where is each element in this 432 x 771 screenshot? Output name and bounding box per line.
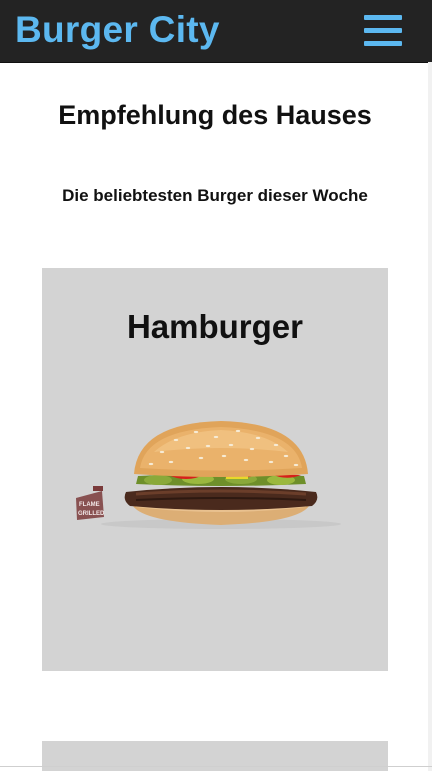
product-card-title: Hamburger [126,308,304,345]
burger-image: FLAME GRILLED [76,421,341,529]
menu-icon-bar [364,41,402,46]
top-navbar: Burger City [0,0,432,63]
section-subtitle: Die beliebtesten Burger dieser Woche [62,186,368,205]
divider [0,766,432,767]
section-title: Empfehlung des Hauses [58,100,372,130]
svg-text:GRILLED: GRILLED [78,511,105,517]
scrollbar[interactable] [428,62,432,771]
hamburger-menu-icon[interactable] [364,14,402,47]
brand-logo-link[interactable]: Burger City [15,7,220,53]
svg-text:FLAME: FLAME [79,502,100,508]
menu-icon-bar [364,28,402,33]
menu-icon-bar [364,15,402,20]
flame-grilled-badge: FLAME GRILLED [76,486,105,520]
product-card-hamburger[interactable]: Hamburger FLAME GRILLED [42,268,388,671]
page: Burger City Empfehlung des Hauses Die be… [0,0,432,771]
